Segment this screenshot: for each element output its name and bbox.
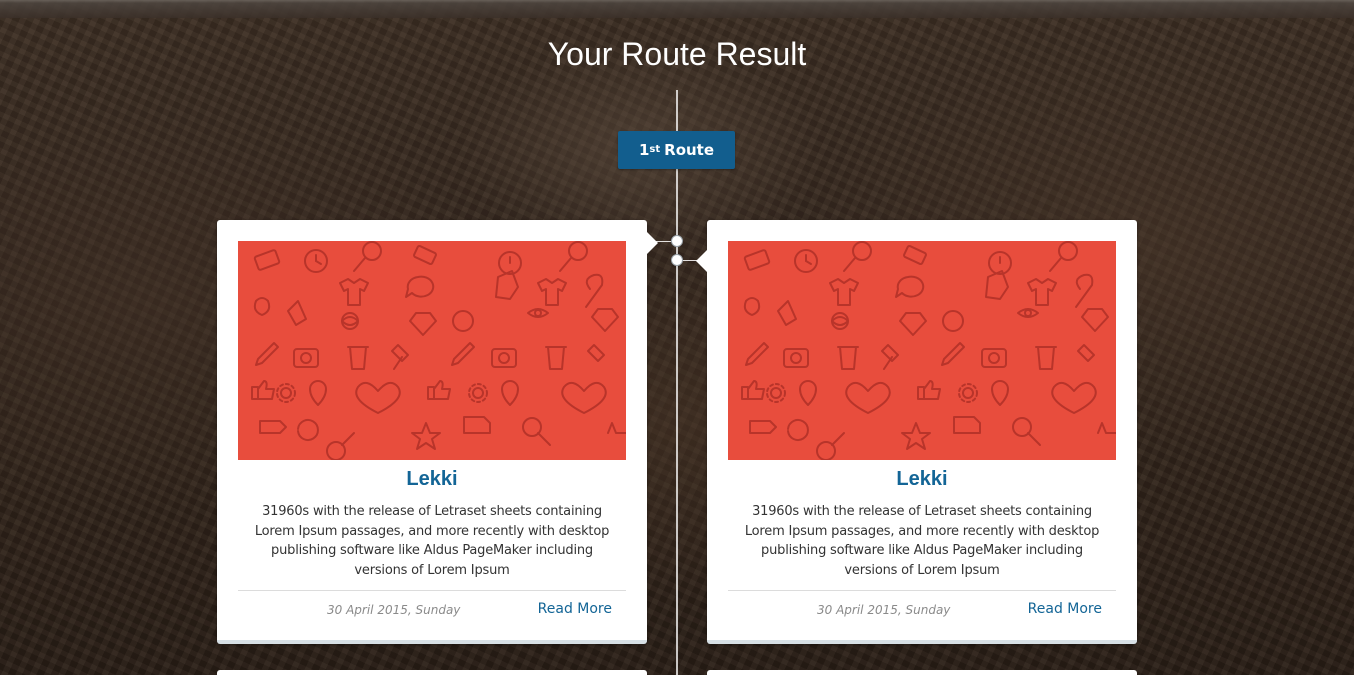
next-card-stub — [707, 670, 1137, 675]
read-more-link[interactable]: Read More — [538, 601, 612, 617]
route-badge[interactable]: 1st Route — [618, 131, 735, 169]
route-card: Lekki 31960s with the release of Letrase… — [696, 220, 1137, 644]
next-card-stub — [217, 670, 647, 675]
route-card: Lekki 31960s with the release of Letrase… — [217, 220, 658, 644]
timeline-line — [676, 90, 678, 675]
card-divider — [238, 590, 626, 591]
route-label: Route — [664, 141, 715, 159]
card-title[interactable]: Lekki — [707, 468, 1137, 491]
card-pointer — [696, 250, 707, 272]
timeline-node — [671, 254, 683, 266]
card-date: 30 April 2015, Sunday — [327, 603, 461, 617]
card-date: 30 April 2015, Sunday — [817, 603, 951, 617]
read-more-link[interactable]: Read More — [1028, 601, 1102, 617]
timeline-node — [671, 235, 683, 247]
card-description: 31960s with the release of Letraset shee… — [254, 504, 610, 578]
card-image — [728, 241, 1116, 460]
page-title: Your Route Result — [547, 36, 807, 72]
pattern-icons — [741, 241, 1116, 460]
pattern-icons — [251, 241, 626, 460]
card-description: 31960s with the release of Letraset shee… — [744, 504, 1100, 578]
top-bar — [0, 0, 1354, 18]
route-ordinal-suffix: st — [649, 143, 661, 155]
card-title[interactable]: Lekki — [217, 468, 647, 491]
card-divider — [728, 590, 1116, 591]
card-image — [238, 241, 626, 460]
card-pointer — [647, 232, 658, 254]
route-ordinal: 1 — [638, 141, 650, 159]
